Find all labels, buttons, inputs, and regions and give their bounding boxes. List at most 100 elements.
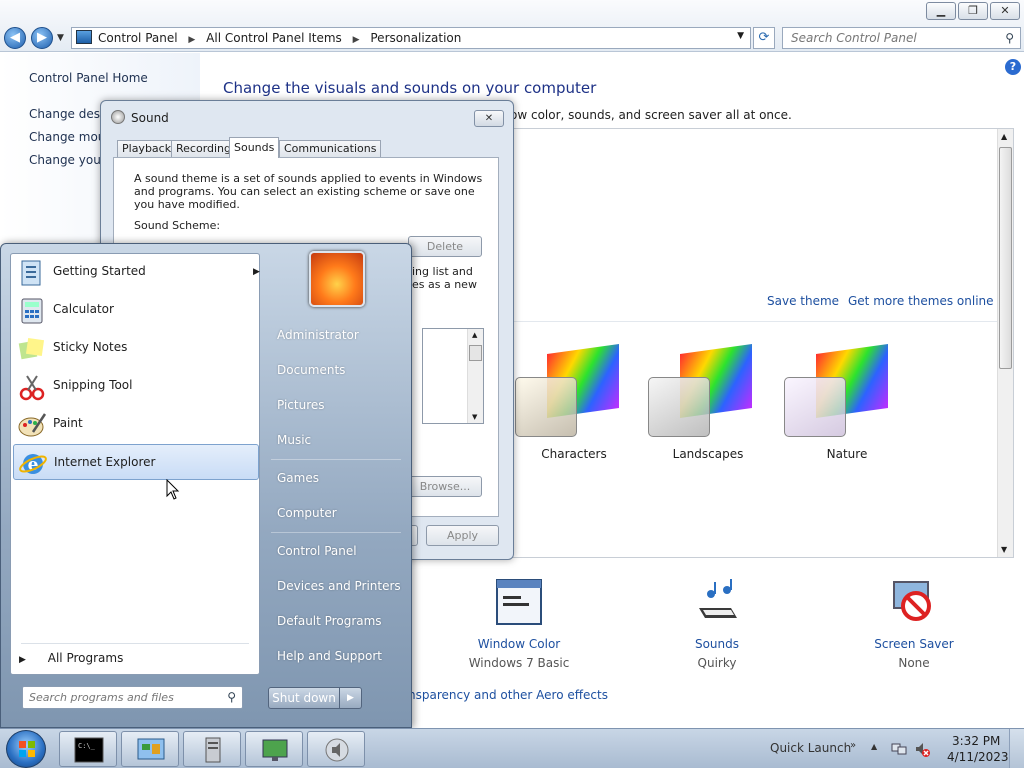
dialog-close-button[interactable]: ✕ [474,110,504,127]
dialog-title: Sound [131,111,169,125]
control-panel-home-link[interactable]: Control Panel Home [29,71,148,85]
sounds-item[interactable]: Sounds Quirky [647,578,787,670]
theme-landscapes[interactable]: Landscapes [648,343,758,461]
title-bar: ▁ ❐ ✕ ◀ ▶ ▼ Control Panel ▶ All Control … [0,0,1024,52]
sound-theme-description: A sound theme is a set of sounds applied… [134,172,483,211]
show-desktop-button[interactable] [1009,729,1024,768]
address-dropdown-icon[interactable]: ▼ [737,31,744,41]
tab-recording[interactable]: Recording [171,140,237,158]
search-icon[interactable]: ⚲ [227,690,236,704]
window-color-link[interactable]: Window Color [449,637,589,651]
taskbar-server-manager[interactable] [183,731,241,767]
show-hidden-icons-icon[interactable]: ▲ [871,742,877,751]
shutdown-button[interactable]: Shut down [268,687,340,709]
start-item-computer[interactable]: Computer [277,506,337,520]
cmd-icon: C:\_ [74,737,104,763]
user-avatar[interactable] [309,251,365,307]
back-button[interactable]: ◀ [4,27,26,49]
start-search-placeholder: Search programs and files [29,691,174,704]
program-paint[interactable]: Paint [13,406,259,442]
program-calculator[interactable]: Calculator [13,292,259,328]
program-sticky-notes[interactable]: Sticky Notes [13,330,259,366]
forward-button[interactable]: ▶ [31,27,53,49]
breadcrumb-all-items[interactable]: All Control Panel Items [206,31,342,45]
program-internet-explorer[interactable]: e Internet Explorer [13,444,259,480]
start-item-pictures[interactable]: Pictures [277,398,325,412]
delete-button[interactable]: Delete [408,236,482,257]
clock-date[interactable]: 4/11/2023 [947,750,1009,764]
help-icon[interactable]: ? [1005,59,1021,75]
change-account-link[interactable]: Change your [29,153,106,167]
start-search-input[interactable]: Search programs and files ⚲ [22,686,243,709]
tab-playback[interactable]: Playback [117,140,177,158]
search-input[interactable]: Search Control Panel ⚲ [782,27,1021,49]
start-item-devices-printers[interactable]: Devices and Printers [277,579,401,593]
divider [21,643,249,644]
program-snipping-tool[interactable]: Snipping Tool [13,368,259,404]
start-item-control-panel[interactable]: Control Panel [277,544,357,558]
program-label: Sticky Notes [53,340,128,354]
vertical-scrollbar[interactable]: ▲ ▼ [997,129,1013,557]
window-color-item[interactable]: Window Color Windows 7 Basic [449,578,589,670]
program-events-list[interactable]: ▲ ▼ [422,328,484,424]
taskbar-cmd[interactable]: C:\_ [59,731,117,767]
get-more-themes-link[interactable]: Get more themes online [848,294,994,308]
internet-explorer-icon: e [19,454,47,475]
screen-saver-link[interactable]: Screen Saver [844,637,984,651]
programs-list: Getting Started ▶ Calculator Sticky Note… [10,253,260,675]
theme-nature[interactable]: Nature [784,343,894,461]
refresh-button[interactable]: ⟳ [753,27,775,49]
scrollbar-thumb[interactable] [999,147,1012,369]
windows-logo-icon [19,741,35,757]
submenu-arrow-icon[interactable]: ▶ [253,267,260,277]
start-item-music[interactable]: Music [277,433,311,447]
start-item-documents[interactable]: Documents [277,363,345,377]
volume-muted-icon[interactable] [914,741,930,757]
scroll-up-icon[interactable]: ▲ [472,331,477,339]
theme-glass-icon [515,377,577,437]
address-bar[interactable]: Control Panel ▶ All Control Panel Items … [71,27,751,49]
taskbar-sound[interactable] [307,731,365,767]
all-programs-label: All Programs [47,651,124,665]
snipping-tool-icon [19,375,45,401]
sounds-link[interactable]: Sounds [647,637,787,651]
minimize-button[interactable]: ▁ [926,2,956,20]
scrollbar-thumb[interactable] [469,345,482,361]
scroll-down-icon[interactable]: ▼ [1001,545,1007,554]
browse-button[interactable]: Browse... [408,476,482,497]
transparency-aero-link[interactable]: nsparency and other Aero effects [408,688,608,702]
breadcrumb-personalization[interactable]: Personalization [370,31,461,45]
tab-sounds[interactable]: Sounds [229,137,280,158]
quick-launch-expand-icon[interactable]: » [850,740,856,751]
theme-glass-icon [648,377,710,437]
theme-characters[interactable]: Characters [515,343,625,461]
save-theme-link[interactable]: Save theme [767,294,839,308]
program-getting-started[interactable]: Getting Started ▶ [13,254,260,290]
all-programs-button[interactable]: ▶ All Programs [19,651,123,665]
start-item-games[interactable]: Games [277,471,319,485]
clock-time[interactable]: 3:32 PM [952,734,1000,748]
taskbar-personalization[interactable] [245,731,303,767]
start-item-help-support[interactable]: Help and Support [277,649,382,663]
close-button[interactable]: ✕ [990,2,1020,20]
recent-pages-dropdown[interactable]: ▼ [57,33,64,43]
breadcrumb-separator-icon[interactable]: ▶ [188,35,195,45]
taskbar-control-panel[interactable] [121,731,179,767]
apply-button[interactable]: Apply [426,525,499,546]
maximize-button[interactable]: ❐ [958,2,988,20]
breadcrumb-separator-icon[interactable]: ▶ [353,35,360,45]
network-icon[interactable] [891,741,907,757]
program-label: Snipping Tool [53,378,133,392]
start-item-default-programs[interactable]: Default Programs [277,614,382,628]
list-scrollbar[interactable]: ▲ ▼ [467,329,483,423]
start-item-administrator[interactable]: Administrator [277,328,359,342]
screen-saver-item[interactable]: Screen Saver None [844,578,984,670]
scroll-down-icon[interactable]: ▼ [472,413,477,421]
start-button[interactable] [6,730,46,768]
search-icon[interactable]: ⚲ [1005,31,1014,45]
fragment-line-2: es as a new [412,278,477,291]
tab-communications[interactable]: Communications [279,140,382,158]
shutdown-options-button[interactable]: ▶ [340,687,362,709]
breadcrumb-control-panel[interactable]: Control Panel [98,31,178,45]
scroll-up-icon[interactable]: ▲ [1001,132,1007,141]
